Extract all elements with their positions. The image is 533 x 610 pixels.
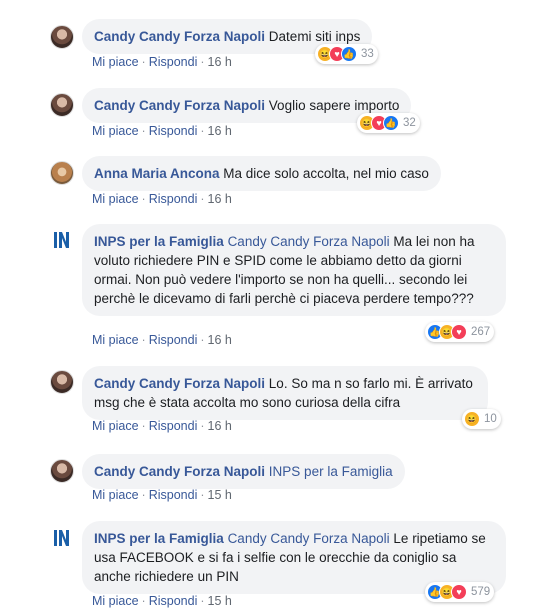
reaction-count: 10 <box>484 413 497 425</box>
reply-link[interactable]: Rispondi <box>149 192 198 206</box>
avatar[interactable] <box>50 25 74 49</box>
comment-author[interactable]: Anna Maria Ancona <box>94 166 220 181</box>
comment-actions: Mi piace · Rispondi · 15 h <box>92 594 232 608</box>
avatar[interactable] <box>50 459 74 483</box>
reply-link[interactable]: Rispondi <box>149 333 198 347</box>
comment-actions: Mi piace · Rispondi · 16 h <box>92 419 232 433</box>
comment-actions: Mi piace · Rispondi · 16 h <box>92 192 232 206</box>
like-link[interactable]: Mi piace <box>92 192 139 206</box>
comment-author[interactable]: Candy Candy Forza Napoli <box>94 98 265 113</box>
comment-time[interactable]: 16 h <box>208 124 232 138</box>
avatar[interactable] <box>50 228 74 252</box>
comment-time[interactable]: 16 h <box>208 419 232 433</box>
reaction-count: 579 <box>471 586 491 598</box>
reactions-summary[interactable]: 😆 ♥ 👍 32 <box>357 113 420 133</box>
comment-bubble: Candy Candy Forza Napoli INPS per la Fam… <box>82 454 405 489</box>
comment-bubble: Anna Maria Ancona Ma dice solo accolta, … <box>82 156 441 191</box>
like-link[interactable]: Mi piace <box>92 333 139 347</box>
comment-time[interactable]: 15 h <box>208 488 232 502</box>
mention-link[interactable]: Candy Candy Forza Napoli <box>228 234 390 249</box>
comment-author[interactable]: INPS per la Famiglia <box>94 531 224 546</box>
like-link[interactable]: Mi piace <box>92 55 139 69</box>
avatar[interactable] <box>50 370 74 394</box>
reply-link[interactable]: Rispondi <box>149 55 198 69</box>
haha-icon: 😆 <box>464 411 480 427</box>
comment-bubble: Candy Candy Forza Napoli Lo. So ma n so … <box>82 366 488 420</box>
like-link[interactable]: Mi piace <box>92 488 139 502</box>
inps-logo-icon <box>54 530 69 546</box>
comment-text: Ma dice solo accolta, nel mio caso <box>223 166 429 181</box>
reactions-summary[interactable]: 😆 10 <box>462 409 501 429</box>
comment-time[interactable]: 16 h <box>208 55 232 69</box>
avatar[interactable] <box>50 93 74 117</box>
reaction-count: 267 <box>471 326 491 338</box>
comment-actions: Mi piace · Rispondi · 16 h <box>92 124 232 138</box>
like-icon: 👍 <box>341 46 357 62</box>
comment-actions: Mi piace · Rispondi · 16 h <box>92 333 232 347</box>
comment-time[interactable]: 16 h <box>208 192 232 206</box>
comment-text: Voglio sapere importo <box>268 98 400 113</box>
love-icon: ♥ <box>451 584 467 600</box>
comment-actions: Mi piace · Rispondi · 16 h <box>92 55 232 69</box>
reply-link[interactable]: Rispondi <box>149 124 198 138</box>
comment-author[interactable]: Candy Candy Forza Napoli <box>94 29 265 44</box>
comment-bubble: INPS per la Famiglia Candy Candy Forza N… <box>82 224 506 316</box>
avatar[interactable] <box>50 161 74 185</box>
mention-link[interactable]: INPS per la Famiglia <box>269 464 393 479</box>
avatar[interactable] <box>50 526 74 550</box>
reply-link[interactable]: Rispondi <box>149 488 198 502</box>
like-link[interactable]: Mi piace <box>92 594 139 608</box>
comment-author[interactable]: INPS per la Famiglia <box>94 234 224 249</box>
like-icon: 👍 <box>383 115 399 131</box>
mention-link[interactable]: Candy Candy Forza Napoli <box>228 531 390 546</box>
like-link[interactable]: Mi piace <box>92 124 139 138</box>
reaction-count: 32 <box>403 117 416 129</box>
comment-text: Datemi siti inps <box>268 29 361 44</box>
comment-time[interactable]: 15 h <box>208 594 232 608</box>
comment-actions: Mi piace · Rispondi · 15 h <box>92 488 232 502</box>
like-link[interactable]: Mi piace <box>92 419 139 433</box>
comment-author[interactable]: Candy Candy Forza Napoli <box>94 376 265 391</box>
love-icon: ♥ <box>451 324 467 340</box>
reaction-count: 33 <box>361 48 374 60</box>
comment-author[interactable]: Candy Candy Forza Napoli <box>94 464 265 479</box>
inps-logo-icon <box>54 232 69 248</box>
comment-time[interactable]: 16 h <box>208 333 232 347</box>
reply-link[interactable]: Rispondi <box>149 594 198 608</box>
reactions-summary[interactable]: 👍 😆 ♥ 267 <box>425 322 495 342</box>
reactions-summary[interactable]: 😆 ♥ 👍 33 <box>315 44 378 64</box>
reply-link[interactable]: Rispondi <box>149 419 198 433</box>
reactions-summary[interactable]: 👍 😆 ♥ 579 <box>425 582 495 602</box>
